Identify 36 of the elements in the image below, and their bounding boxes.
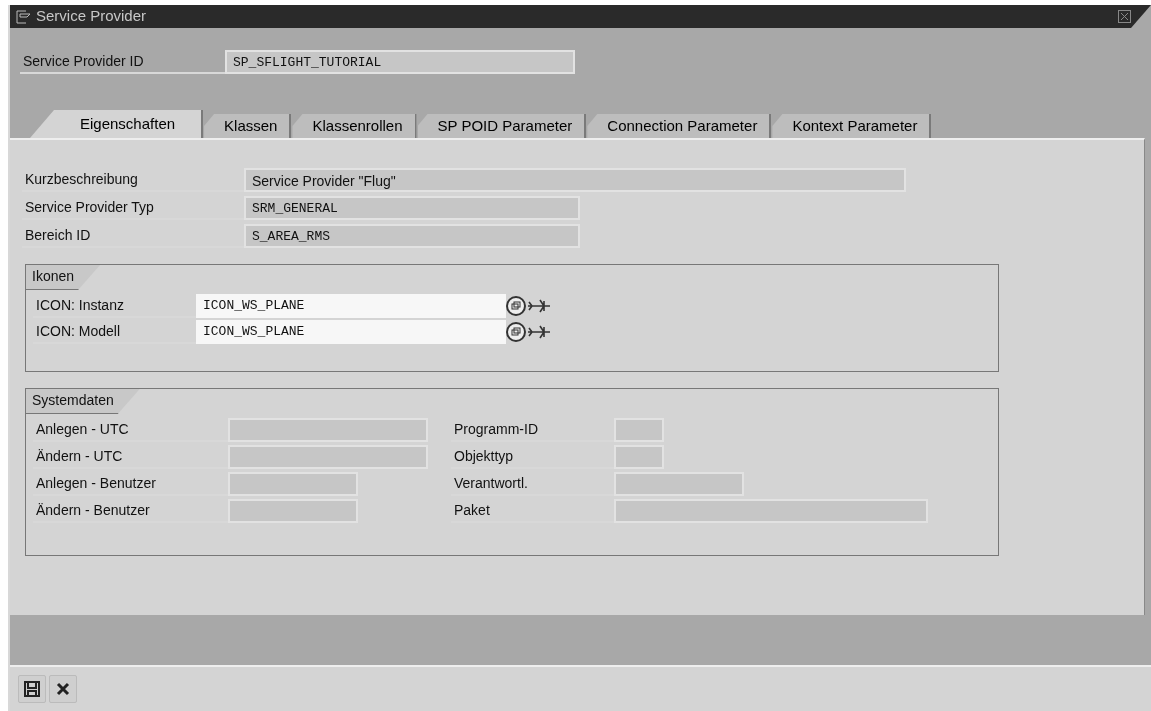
field-label: Bereich ID <box>22 224 244 248</box>
tab[interactable]: Eigenschaften <box>30 110 204 138</box>
input-field[interactable] <box>228 471 358 496</box>
cancel-button[interactable] <box>49 675 77 703</box>
input-field[interactable] <box>614 417 664 442</box>
group-title: Systemdaten <box>26 389 140 414</box>
input-field[interactable] <box>228 498 358 523</box>
field-label: Service Provider ID <box>20 50 225 74</box>
close-icon[interactable] <box>1118 10 1131 23</box>
group-title: Ikonen <box>26 265 101 290</box>
input-field[interactable] <box>614 498 928 523</box>
save-button[interactable] <box>18 675 46 703</box>
input-field[interactable] <box>228 444 428 469</box>
input-field[interactable]: SRM_GENERAL <box>244 196 580 220</box>
close-icon <box>56 682 70 696</box>
tab[interactable]: Klassenrollen <box>292 114 417 138</box>
value-help-icon[interactable] <box>506 321 526 342</box>
field-label: Service Provider Typ <box>22 196 244 220</box>
input-field[interactable]: ICON_WS_PLANE <box>196 293 506 318</box>
value-help-icon[interactable] <box>506 295 526 316</box>
tab[interactable]: Connection Parameter <box>587 114 772 138</box>
field-label: Kurzbeschreibung <box>22 168 244 192</box>
airplane-icon <box>527 298 551 313</box>
tab[interactable]: Klassen <box>204 114 292 138</box>
input-field[interactable] <box>228 417 428 442</box>
window-icon <box>16 9 32 24</box>
input-field[interactable] <box>614 444 664 469</box>
input-field[interactable] <box>614 471 744 496</box>
window-title: Service Provider <box>36 6 147 27</box>
tab[interactable]: Kontext Parameter <box>772 114 932 138</box>
airplane-icon <box>527 324 551 339</box>
input-field[interactable]: S_AREA_RMS <box>244 224 580 248</box>
input-field[interactable]: Service Provider "Flug" <box>244 168 906 192</box>
input-field[interactable]: ICON_WS_PLANE <box>196 319 506 344</box>
input-field[interactable]: SP_SFLIGHT_TUTORIAL <box>225 50 575 74</box>
tab[interactable]: SP POID Parameter <box>417 114 587 138</box>
